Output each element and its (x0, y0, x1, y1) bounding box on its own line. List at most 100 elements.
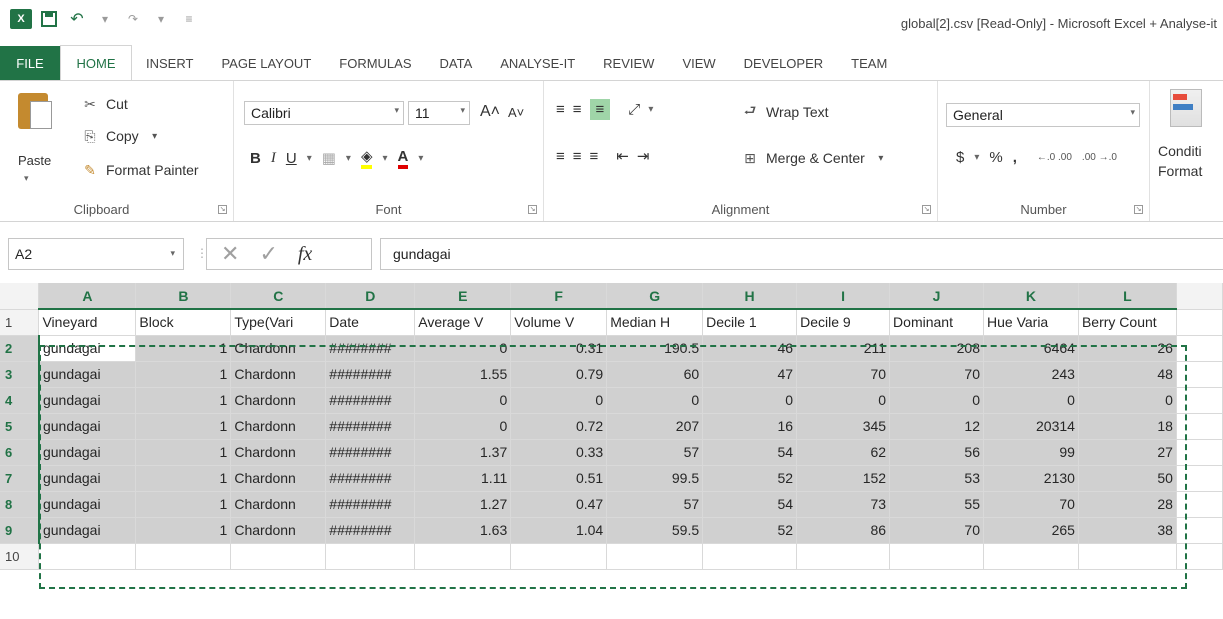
save-icon[interactable] (38, 9, 60, 29)
data-cell[interactable]: gundagai (38, 361, 137, 388)
empty-cell[interactable] (414, 543, 512, 570)
data-cell[interactable]: 243 (983, 361, 1079, 388)
row-header[interactable]: 7 (0, 465, 40, 492)
tab-formulas[interactable]: FORMULAS (325, 46, 425, 80)
column-header[interactable]: H (702, 283, 798, 310)
number-launcher-icon[interactable]: ↘ (1134, 205, 1143, 214)
tab-developer[interactable]: DEVELOPER (730, 46, 837, 80)
data-cell[interactable]: gundagai (38, 439, 137, 466)
data-cell[interactable]: 0 (414, 335, 512, 362)
redo-icon[interactable]: ↷ (122, 9, 144, 29)
bottom-align-icon[interactable]: ≡ (589, 99, 611, 120)
data-cell[interactable]: 27 (1078, 439, 1177, 466)
data-cell[interactable]: 1 (135, 517, 232, 544)
currency-button[interactable]: $ (956, 149, 964, 166)
row-header[interactable]: 1 (0, 309, 40, 336)
format-painter-button[interactable]: ✎ Format Painter (80, 161, 198, 179)
clipboard-launcher-icon[interactable]: ↘ (218, 205, 227, 214)
header-cell[interactable]: Vineyard (38, 309, 137, 336)
data-cell[interactable]: 0.31 (510, 335, 608, 362)
row-header[interactable]: 5 (0, 413, 40, 440)
data-cell[interactable]: gundagai (38, 517, 137, 544)
empty-cell[interactable] (38, 543, 137, 570)
column-header[interactable]: E (414, 283, 512, 310)
align-left-icon[interactable]: ≡ (556, 148, 565, 165)
empty-cell[interactable] (796, 543, 891, 570)
header-cell[interactable]: Decile 1 (702, 309, 798, 336)
bold-button[interactable]: B (250, 150, 261, 167)
data-cell[interactable]: 46 (702, 335, 798, 362)
empty-cell[interactable] (1176, 361, 1223, 388)
data-cell[interactable]: 1 (135, 439, 232, 466)
data-cell[interactable]: Chardonn (230, 387, 327, 414)
data-cell[interactable]: 0 (414, 387, 512, 414)
data-cell[interactable]: 1.11 (414, 465, 512, 492)
font-name-combo[interactable]: Calibri ▾ (244, 101, 404, 125)
empty-cell[interactable] (1176, 543, 1223, 570)
enter-icon[interactable]: ✓ (259, 241, 277, 267)
redo-dropdown-icon[interactable]: ▾ (150, 9, 172, 29)
data-cell[interactable]: 1 (135, 361, 232, 388)
font-color-icon[interactable]: A (397, 148, 409, 169)
chevron-down-icon[interactable]: ▾ (974, 152, 979, 163)
data-cell[interactable]: gundagai (38, 413, 137, 440)
percent-button[interactable]: % (989, 149, 1002, 166)
column-header[interactable]: I (796, 283, 891, 310)
data-cell[interactable]: 0 (1078, 387, 1177, 414)
undo-dropdown-icon[interactable]: ▾ (94, 9, 116, 29)
data-cell[interactable]: 190.5 (606, 335, 704, 362)
data-cell[interactable]: 48 (1078, 361, 1177, 388)
data-cell[interactable]: 0.72 (510, 413, 608, 440)
underline-button[interactable]: U (286, 150, 297, 167)
data-cell[interactable]: ######## (325, 413, 416, 440)
data-cell[interactable]: 50 (1078, 465, 1177, 492)
row-header[interactable]: 4 (0, 387, 40, 414)
chevron-down-icon[interactable]: ▾ (418, 153, 423, 164)
data-cell[interactable]: 59.5 (606, 517, 704, 544)
data-cell[interactable]: 86 (796, 517, 891, 544)
data-cell[interactable]: Chardonn (230, 361, 327, 388)
data-cell[interactable]: Chardonn (230, 335, 327, 362)
tab-review[interactable]: REVIEW (589, 46, 668, 80)
data-cell[interactable]: 1 (135, 413, 232, 440)
header-cell[interactable]: Type(Vari (230, 309, 327, 336)
copy-button[interactable]: ⎘ Copy ▾ (80, 127, 165, 145)
increase-decimal-button[interactable]: ←.0 .00 (1037, 152, 1072, 163)
data-cell[interactable]: 0 (510, 387, 608, 414)
header-cell[interactable]: Block (135, 309, 232, 336)
chevron-down-icon[interactable]: ▾ (307, 153, 312, 164)
data-cell[interactable]: Chardonn (230, 517, 327, 544)
header-cell[interactable]: Hue Varia (983, 309, 1079, 336)
increase-indent-icon[interactable]: ⇥ (637, 147, 650, 165)
data-cell[interactable]: 70 (889, 361, 984, 388)
data-cell[interactable]: 99.5 (606, 465, 704, 492)
data-cell[interactable]: Chardonn (230, 491, 327, 518)
customize-qat-icon[interactable]: ≡ (178, 9, 200, 29)
conditional-formatting-label[interactable]: Conditi (1158, 143, 1202, 159)
data-cell[interactable]: ######## (325, 335, 416, 362)
header-cell[interactable]: Median H (606, 309, 704, 336)
cut-button[interactable]: ✂ Cut (80, 95, 128, 113)
data-cell[interactable]: 0.79 (510, 361, 608, 388)
data-cell[interactable]: 56 (889, 439, 984, 466)
select-all-corner[interactable] (0, 283, 40, 310)
row-header[interactable]: 3 (0, 361, 40, 388)
data-cell[interactable]: 55 (889, 491, 984, 518)
data-cell[interactable]: 18 (1078, 413, 1177, 440)
data-cell[interactable]: ######## (325, 439, 416, 466)
tab-data[interactable]: DATA (426, 46, 487, 80)
data-cell[interactable]: 20314 (983, 413, 1079, 440)
conditional-formatting-icon[interactable] (1170, 89, 1202, 127)
data-cell[interactable]: ######## (325, 387, 416, 414)
data-cell[interactable]: 1.37 (414, 439, 512, 466)
data-cell[interactable]: ######## (325, 491, 416, 518)
empty-cell[interactable] (983, 543, 1079, 570)
row-header[interactable]: 8 (0, 491, 40, 518)
data-cell[interactable]: 0 (606, 387, 704, 414)
align-center-icon[interactable]: ≡ (573, 148, 582, 165)
header-cell[interactable]: Decile 9 (796, 309, 891, 336)
decrease-decimal-button[interactable]: .00 →.0 (1082, 152, 1117, 163)
data-cell[interactable]: 0 (983, 387, 1079, 414)
data-cell[interactable]: 1 (135, 491, 232, 518)
font-launcher-icon[interactable]: ↘ (528, 205, 537, 214)
